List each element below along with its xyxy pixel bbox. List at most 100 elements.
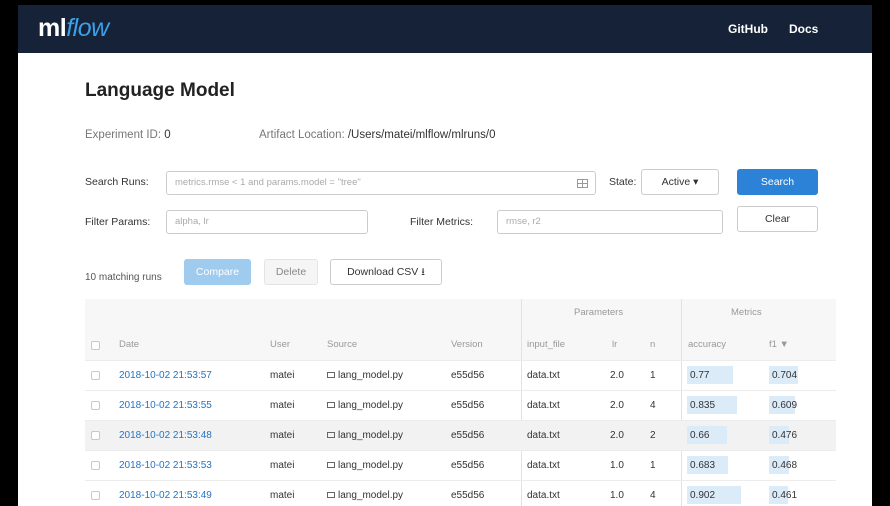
- column-source[interactable]: Source: [327, 339, 357, 350]
- run-n: 4: [650, 400, 656, 411]
- matching-runs-count: 10 matching runs: [85, 272, 162, 283]
- docs-link[interactable]: Docs: [789, 22, 818, 36]
- run-source-label: lang_model.py: [338, 400, 404, 411]
- run-date-link[interactable]: 2018-10-02 21:53:57: [119, 370, 212, 381]
- run-version: e55d56: [451, 460, 485, 471]
- column-lr[interactable]: lr: [612, 339, 617, 350]
- run-lr: 2.0: [610, 370, 624, 381]
- run-f1: 0.476: [772, 430, 798, 441]
- filter-params-input[interactable]: alpha, lr: [166, 210, 368, 234]
- run-user: matei: [270, 400, 295, 411]
- run-source: lang_model.py: [327, 430, 403, 441]
- row-divider: [85, 450, 836, 451]
- run-date-link[interactable]: 2018-10-02 21:53:53: [119, 460, 212, 471]
- mlflow-logo[interactable]: mlflow: [38, 14, 109, 43]
- filter-metrics-label: Filter Metrics:: [410, 216, 473, 228]
- file-icon: [327, 462, 335, 468]
- column-version[interactable]: Version: [451, 339, 483, 350]
- state-label: State:: [609, 176, 637, 188]
- run-n: 2: [650, 430, 656, 441]
- params-divider: [521, 299, 522, 506]
- run-version: e55d56: [451, 400, 485, 411]
- filter-metrics-input[interactable]: rmse, r2: [497, 210, 723, 234]
- run-source: lang_model.py: [327, 370, 403, 381]
- row-divider: [85, 420, 836, 421]
- run-accuracy: 0.66: [690, 430, 710, 441]
- run-f1: 0.468: [772, 460, 798, 471]
- run-f1: 0.609: [772, 400, 798, 411]
- search-runs-label: Search Runs:: [85, 176, 149, 188]
- run-lr: 1.0: [610, 460, 624, 471]
- row-divider: [85, 480, 836, 481]
- run-user: matei: [270, 370, 295, 381]
- row-checkbox[interactable]: [91, 431, 100, 440]
- run-source: lang_model.py: [327, 460, 403, 471]
- file-icon: [327, 372, 335, 378]
- delete-button[interactable]: Delete: [264, 259, 318, 285]
- run-f1: 0.704: [772, 370, 798, 381]
- row-divider: [85, 360, 836, 361]
- artifact-location-value: /Users/matei/mlflow/mlruns/0: [347, 129, 496, 141]
- run-date-link[interactable]: 2018-10-02 21:53:49: [119, 490, 212, 501]
- run-source-label: lang_model.py: [338, 460, 404, 471]
- row-checkbox[interactable]: [91, 461, 100, 470]
- artifact-location-label: Artifact Location:: [259, 129, 345, 141]
- column-user[interactable]: User: [270, 339, 290, 350]
- run-user: matei: [270, 430, 295, 441]
- run-version: e55d56: [451, 490, 485, 501]
- file-icon: [327, 492, 335, 498]
- run-input-file: data.txt: [527, 460, 560, 471]
- parameters-group-header: Parameters: [574, 307, 624, 318]
- artifact-location: Artifact Location: /Users/matei/mlflow/m…: [259, 129, 495, 141]
- run-lr: 2.0: [610, 400, 624, 411]
- column-input-file[interactable]: input_file: [527, 339, 565, 350]
- run-source-label: lang_model.py: [338, 430, 404, 441]
- github-link[interactable]: GitHub: [728, 22, 768, 36]
- download-csv-button[interactable]: Download CSV ⭳: [330, 259, 442, 285]
- run-input-file: data.txt: [527, 490, 560, 501]
- download-csv-label: Download CSV: [347, 266, 419, 278]
- run-accuracy: 0.835: [690, 400, 716, 411]
- select-all-checkbox[interactable]: [91, 341, 100, 350]
- run-f1: 0.461: [772, 490, 798, 501]
- experiment-id-value: 0: [164, 129, 171, 141]
- clear-button[interactable]: Clear: [737, 206, 818, 232]
- search-runs-input[interactable]: metrics.rmse < 1 and params.model = "tre…: [166, 171, 596, 195]
- experiment-id-label: Experiment ID:: [85, 129, 162, 141]
- row-divider: [85, 390, 836, 391]
- run-accuracy: 0.77: [690, 370, 710, 381]
- run-user: matei: [270, 490, 295, 501]
- state-dropdown[interactable]: Active ▾: [641, 169, 719, 195]
- run-source-label: lang_model.py: [338, 490, 404, 501]
- metrics-divider: [681, 299, 682, 506]
- column-accuracy[interactable]: accuracy: [688, 339, 726, 350]
- experiment-id: Experiment ID: 0: [85, 129, 171, 141]
- file-icon: [327, 402, 335, 408]
- column-f1[interactable]: f1 ▼: [769, 339, 789, 350]
- run-lr: 2.0: [610, 430, 624, 441]
- column-date[interactable]: Date: [119, 339, 139, 350]
- run-version: e55d56: [451, 370, 485, 381]
- run-lr: 1.0: [610, 490, 624, 501]
- run-n: 1: [650, 460, 656, 471]
- row-checkbox[interactable]: [91, 371, 100, 380]
- run-user: matei: [270, 460, 295, 471]
- page-title: Language Model: [85, 80, 235, 101]
- column-n[interactable]: n: [650, 339, 655, 350]
- search-grid-icon[interactable]: [577, 179, 588, 188]
- run-version: e55d56: [451, 430, 485, 441]
- compare-button[interactable]: Compare: [184, 259, 251, 285]
- run-accuracy: 0.902: [690, 490, 716, 501]
- run-accuracy: 0.683: [690, 460, 716, 471]
- search-button[interactable]: Search: [737, 169, 818, 195]
- table-header: [85, 299, 836, 360]
- file-icon: [327, 432, 335, 438]
- run-n: 1: [650, 370, 656, 381]
- run-n: 4: [650, 490, 656, 501]
- run-date-link[interactable]: 2018-10-02 21:53:48: [119, 430, 212, 441]
- run-input-file: data.txt: [527, 430, 560, 441]
- row-checkbox[interactable]: [91, 401, 100, 410]
- app-frame: mlflow GitHub Docs Language Model Experi…: [18, 5, 872, 506]
- row-checkbox[interactable]: [91, 491, 100, 500]
- run-date-link[interactable]: 2018-10-02 21:53:55: [119, 400, 212, 411]
